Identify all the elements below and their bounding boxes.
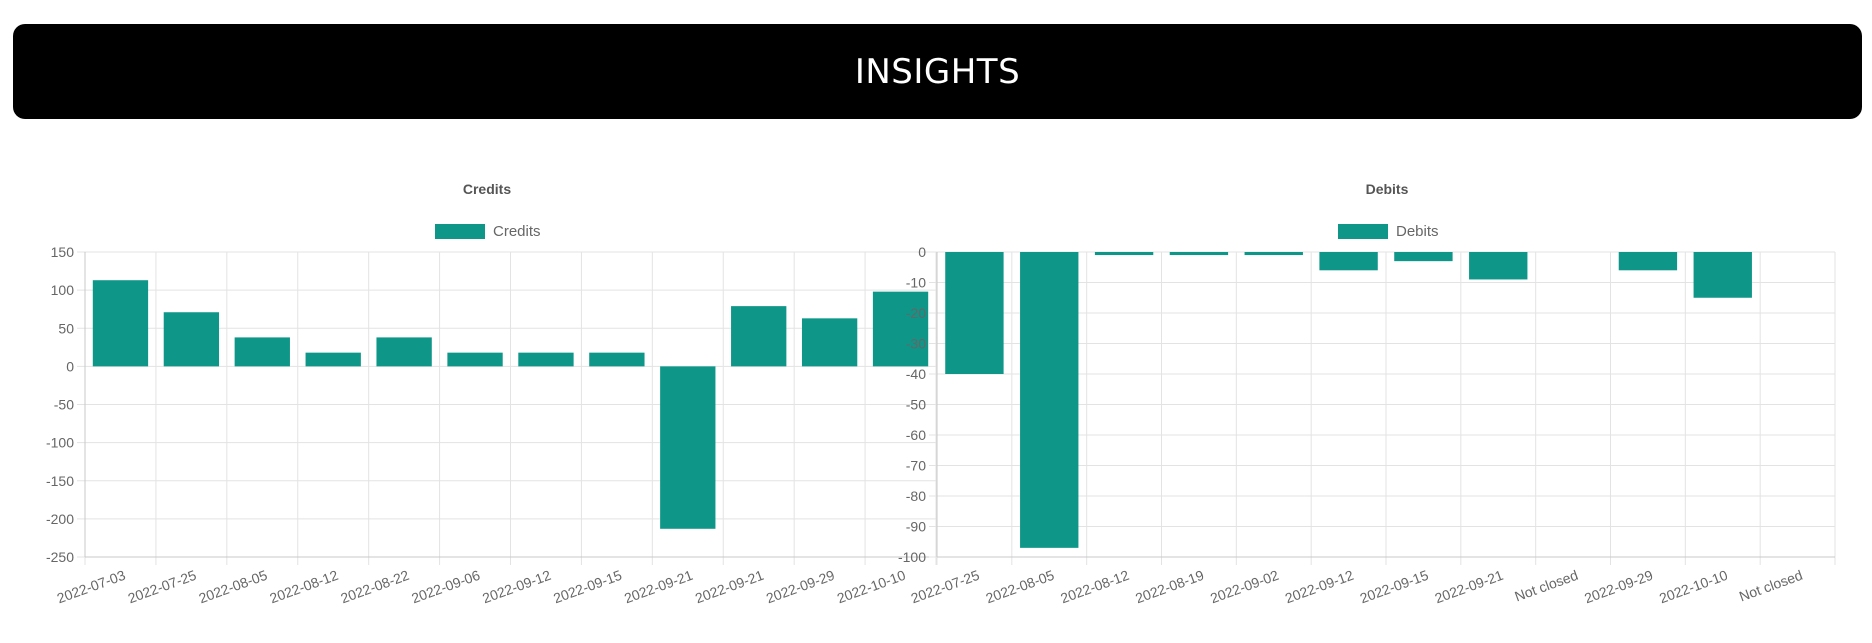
- debits-y-tick-label: -50: [906, 397, 926, 413]
- debits-y-tick-label: -10: [906, 275, 926, 291]
- debits-bar[interactable]: [1394, 252, 1453, 262]
- debits-y-tick-label: -90: [906, 519, 926, 535]
- debits-bar[interactable]: [1618, 252, 1678, 271]
- credits-bar[interactable]: [447, 352, 503, 367]
- credits-x-tick-label: 2022-07-03: [55, 567, 128, 607]
- debits-y-tick-label: -80: [906, 488, 926, 504]
- debits-y-tick-label: -60: [906, 427, 926, 443]
- debits-legend-swatch[interactable]: [1338, 224, 1388, 239]
- credits-y-tick-label: -150: [46, 473, 74, 489]
- debits-x-tick-label: 2022-10-10: [1657, 567, 1730, 607]
- credits-legend-label[interactable]: Credits: [493, 223, 541, 240]
- credits-x-tick-label: 2022-08-12: [267, 567, 340, 607]
- credits-bar[interactable]: [518, 352, 574, 367]
- debits-x-tick-label: 2022-08-19: [1133, 567, 1206, 607]
- credits-bar[interactable]: [376, 337, 432, 367]
- debits-bar[interactable]: [1469, 252, 1528, 280]
- credits-bar[interactable]: [801, 318, 858, 367]
- credits-y-tick-label: -250: [46, 549, 74, 565]
- debits-x-tick-label: Not closed: [1512, 567, 1580, 605]
- debits-x-tick-label: 2022-09-15: [1358, 567, 1431, 607]
- debits-bar[interactable]: [1244, 252, 1303, 256]
- credits-bar[interactable]: [660, 366, 716, 529]
- debits-bar[interactable]: [1693, 252, 1752, 298]
- debits-bar[interactable]: [1020, 252, 1079, 548]
- debits-y-tick-label: -100: [898, 549, 926, 565]
- credits-x-tick-label: 2022-07-25: [126, 567, 199, 607]
- debits-y-tick-label: -20: [906, 305, 926, 321]
- credits-bar[interactable]: [872, 291, 929, 367]
- credits-x-tick-label: 2022-09-06: [409, 567, 482, 607]
- credits-bar[interactable]: [305, 352, 361, 367]
- debits-y-tick-label: -30: [906, 336, 926, 352]
- debits-chart: Debits Debits 0 -10 -20 -30 -40 -50 -60 -70 -80 -90…: [898, 0, 1872, 643]
- debits-y-tick-label: -40: [906, 366, 926, 382]
- debits-y-tick-label: -70: [906, 458, 926, 474]
- credits-y-tick-label: 100: [51, 282, 75, 298]
- debits-x-tick-label: Not closed: [1737, 567, 1805, 605]
- debits-x-tick-label: 2022-08-12: [1058, 567, 1131, 607]
- credits-chart-svg: CreditsCredits150100500-50-100-150-200-2…: [46, 181, 937, 607]
- credits-x-tick-label: 2022-09-21: [622, 567, 695, 607]
- credits-bar[interactable]: [163, 312, 220, 367]
- debits-y-tick-label: 0: [918, 244, 926, 260]
- credits-bar[interactable]: [589, 352, 645, 367]
- credits-chart: Credits Credits 150 100 50 0 -50 -100 -150 -200 -2…: [0, 0, 940, 643]
- credits-x-tick-label: 2022-08-22: [338, 567, 411, 607]
- debits-chart-svg: Debits Debits 0 -10 -20 -30 -40 -50 -60 -70 -80 -90…: [898, 181, 1836, 607]
- credits-x-tick-label: 2022-09-12: [480, 567, 553, 607]
- credits-bar[interactable]: [234, 337, 290, 367]
- credits-chart-title: Credits: [463, 181, 511, 197]
- debits-bar[interactable]: [1094, 252, 1154, 256]
- debits-bar[interactable]: [1169, 252, 1229, 256]
- credits-x-tick-label: 2022-09-21: [693, 567, 766, 607]
- credits-y-tick-label: 50: [58, 320, 74, 336]
- credits-y-tick-label: 150: [51, 244, 75, 260]
- credits-x-tick-label: 2022-09-15: [551, 567, 624, 607]
- credits-x-tick-label: 2022-10-10: [835, 567, 908, 607]
- credits-x-tick-label: 2022-08-05: [197, 567, 270, 607]
- debits-x-tick-label: 2022-08-05: [983, 567, 1056, 607]
- credits-y-tick-label: -50: [54, 397, 74, 413]
- credits-bar[interactable]: [731, 306, 787, 367]
- debits-x-tick-label: 2022-09-12: [1283, 567, 1356, 607]
- credits-bar[interactable]: [92, 280, 149, 367]
- debits-x-tick-label: 2022-09-21: [1432, 567, 1505, 607]
- debits-legend-label[interactable]: Debits: [1396, 223, 1439, 240]
- debits-chart-title: Debits: [1366, 181, 1409, 197]
- credits-y-tick-label: -200: [46, 511, 74, 527]
- credits-y-tick-label: 0: [66, 358, 74, 374]
- debits-x-tick-label: 2022-09-29: [1582, 567, 1655, 607]
- debits-bar[interactable]: [945, 252, 1004, 374]
- credits-legend-swatch[interactable]: [435, 224, 485, 239]
- debits-x-tick-label: 2022-09-02: [1208, 567, 1281, 607]
- credits-y-tick-label: -100: [46, 435, 74, 451]
- credits-x-tick-label: 2022-09-29: [764, 567, 837, 607]
- debits-bar[interactable]: [1319, 252, 1378, 271]
